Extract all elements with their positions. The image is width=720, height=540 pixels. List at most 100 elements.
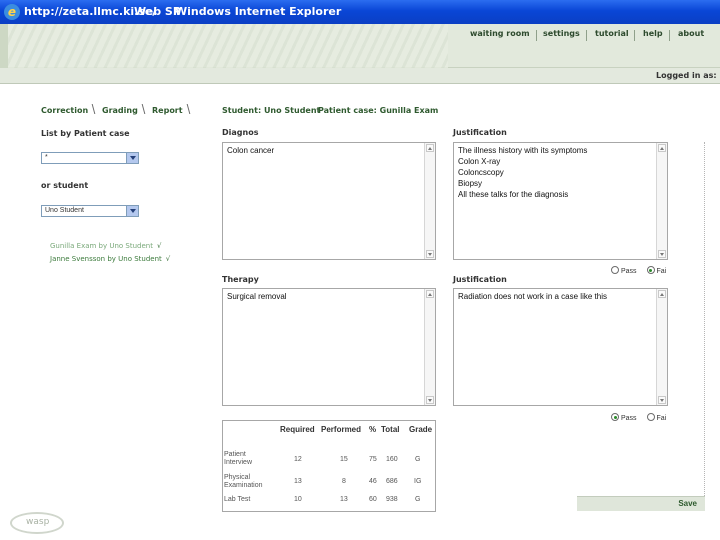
- case-link-gunilla[interactable]: Gunilla Exam by Uno Student √: [50, 242, 161, 250]
- student-select[interactable]: Uno Student: [41, 205, 139, 217]
- check-icon: √: [165, 255, 171, 263]
- diagnos-pass-fail: Pass Fai: [611, 266, 666, 275]
- scroll-down-icon[interactable]: [426, 396, 434, 404]
- cell-required: 13: [294, 478, 302, 485]
- justification-diagnos-label: Justification: [453, 128, 507, 137]
- pass-radio[interactable]: [611, 266, 619, 274]
- justification-line: All these talks for the diagnosis: [458, 190, 569, 199]
- scroll-down-icon[interactable]: [658, 396, 666, 404]
- row-label: Physical Examination: [224, 474, 263, 489]
- pass-label: Pass: [621, 268, 637, 275]
- header-total: Total: [381, 425, 400, 434]
- nav-separator: [586, 30, 587, 41]
- justification-therapy-text: Radiation does not work in a case like t…: [458, 292, 607, 301]
- check-icon: √: [156, 242, 162, 250]
- save-bar: Save: [577, 496, 705, 511]
- cell-total: 686: [386, 478, 398, 485]
- therapy-pass-fail: Pass Fai: [611, 413, 666, 422]
- cell-percent: 60: [369, 496, 377, 503]
- scroll-down-icon[interactable]: [658, 250, 666, 258]
- tab-correction[interactable]: Correction: [41, 106, 88, 115]
- header-percent: %: [369, 425, 377, 434]
- cell-required: 12: [294, 456, 302, 463]
- diagnos-scrollbar[interactable]: [424, 143, 435, 259]
- row-label: Lab Test: [224, 496, 251, 503]
- fail-label: Fai: [656, 268, 667, 275]
- window-browser-name: Windows Internet Explorer: [175, 5, 342, 18]
- cell-total: 938: [386, 496, 398, 503]
- justification-therapy-textarea[interactable]: Radiation does not work in a case like t…: [453, 288, 668, 406]
- fail-radio[interactable]: [646, 413, 655, 421]
- justification-diagnos-text: The illness history with its symptoms Co…: [458, 145, 653, 200]
- scroll-up-icon[interactable]: [426, 290, 434, 298]
- tab-grading[interactable]: Grading: [102, 106, 138, 115]
- justification-therapy-scrollbar[interactable]: [656, 289, 667, 405]
- grade-table: Required Performed % Total Grade Patient…: [222, 420, 436, 512]
- student-select-value: Uno Student: [45, 207, 84, 214]
- patient-case-label: Patient case: Gunilla Exam: [318, 106, 439, 115]
- chevron-down-icon: [126, 153, 138, 163]
- header-grade: Grade: [409, 425, 433, 434]
- content-divider: [704, 142, 705, 498]
- logged-in-text: Logged in as: U: [656, 71, 720, 80]
- nav-settings[interactable]: settings: [543, 29, 580, 38]
- tab-report[interactable]: Report: [152, 106, 183, 115]
- justification-line: Colon X-ray: [458, 157, 501, 166]
- case-link-label: Janne Svensson by Uno Student: [50, 255, 162, 263]
- student-label: Student: Uno Student: [222, 106, 321, 115]
- nav-help[interactable]: help: [643, 29, 663, 38]
- nav-tutorial[interactable]: tutorial: [595, 29, 629, 38]
- nav-about[interactable]: about: [678, 29, 704, 38]
- fail-radio[interactable]: [646, 266, 655, 274]
- app-header: waiting room settings tutorial help abou…: [0, 24, 720, 68]
- diagnos-text: Colon cancer: [227, 146, 275, 155]
- cell-percent: 46: [369, 478, 377, 485]
- cell-total: 160: [386, 456, 398, 463]
- cell-performed: 13: [340, 496, 348, 503]
- or-student-label: or student: [41, 181, 89, 190]
- scroll-down-icon[interactable]: [426, 250, 434, 258]
- row-label: Patient Interview: [224, 451, 253, 466]
- nav-separator: [634, 30, 635, 41]
- scroll-up-icon[interactable]: [426, 144, 434, 152]
- cell-percent: 75: [369, 456, 377, 463]
- therapy-label: Therapy: [222, 275, 259, 284]
- cell-grade: IG: [414, 478, 422, 485]
- justification-diagnos-textarea[interactable]: The illness history with its symptoms Co…: [453, 142, 668, 260]
- justification-line: Coloncscopy: [458, 168, 504, 177]
- justification-diagnos-scrollbar[interactable]: [656, 143, 667, 259]
- case-link-janne[interactable]: Janne Svensson by Uno Student √: [50, 255, 170, 263]
- cell-required: 10: [294, 496, 302, 503]
- justification-line: The illness history with its symptoms: [458, 146, 588, 155]
- internet-explorer-icon: e: [4, 4, 20, 20]
- nav-separator: [669, 30, 670, 41]
- cell-grade: G: [415, 496, 421, 503]
- fail-label: Fai: [656, 415, 667, 422]
- header-required: Required: [280, 425, 315, 434]
- login-bar: Logged in as: U: [0, 68, 720, 84]
- top-nav: waiting room settings tutorial help abou…: [0, 29, 720, 43]
- therapy-text: Surgical removal: [227, 292, 287, 301]
- cell-performed: 8: [342, 478, 346, 485]
- cell-performed: 15: [340, 456, 348, 463]
- therapy-textarea[interactable]: Surgical removal: [222, 288, 436, 406]
- header-performed: Performed: [321, 425, 362, 434]
- case-select[interactable]: *: [41, 152, 139, 164]
- cell-grade: G: [415, 456, 421, 463]
- pass-label: Pass: [621, 415, 637, 422]
- save-button[interactable]: Save: [678, 499, 697, 508]
- list-by-case-label: List by Patient case: [41, 129, 130, 138]
- wasp-logo: wasp: [10, 512, 66, 536]
- chevron-down-icon: [126, 206, 138, 216]
- justification-line: Biopsy: [458, 179, 483, 188]
- therapy-scrollbar[interactable]: [424, 289, 435, 405]
- scroll-up-icon[interactable]: [658, 144, 666, 152]
- case-link-label: Gunilla Exam by Uno Student: [50, 242, 153, 250]
- nav-waiting-room[interactable]: waiting room: [470, 29, 530, 38]
- nav-separator: [536, 30, 537, 41]
- pass-radio[interactable]: [611, 413, 619, 421]
- window-titlebar: e http://zeta.llmc.ki.se/ Web SP Windows…: [0, 0, 720, 24]
- diagnos-textarea[interactable]: Colon cancer: [222, 142, 436, 260]
- window-app-name: Web SP: [134, 5, 181, 18]
- scroll-up-icon[interactable]: [658, 290, 666, 298]
